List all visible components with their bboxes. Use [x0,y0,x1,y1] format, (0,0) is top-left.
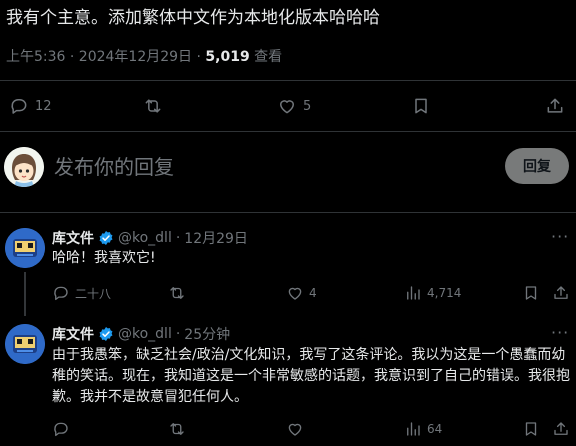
bookmark-icon [415,98,427,114]
heart-icon [288,287,302,300]
share-icon [554,286,568,299]
post-timestamp[interactable]: 上午5:36 · 2024年12月29日 · [6,49,205,65]
views-action[interactable]: 64 [404,419,442,439]
reply-item[interactable]: 库文件 @ko_dll · 12月29日 ··· 哈哈！我喜欢它! 二十八 4 … [0,226,576,306]
user-avatar[interactable] [4,147,44,187]
like-count: 5 [303,98,312,114]
reply-text: 哈哈！我喜欢它! [52,250,156,266]
separator-dot: · [175,326,181,342]
verified-badge-icon [99,231,113,245]
bookmark-icon [525,422,537,436]
reply-header: 库文件 @ko_dll · 25分钟 [52,324,230,344]
reply-action[interactable]: 二十八 [52,283,111,303]
divider [0,212,576,213]
retweet-action[interactable] [168,283,186,303]
reply-text: 由于我愚笨，缺乏社会/政治/文化知识，我写了这条评论。我以为这是一个愚蠢而幼稚的… [52,347,570,405]
share-icon [547,98,563,113]
reply-count: 12 [35,98,52,114]
author-handle[interactable]: @ko_dll [118,230,172,246]
reply-button[interactable]: 回复 [505,148,569,184]
post-meta: 上午5:36 · 2024年12月29日 · 5,019 查看 [6,46,282,66]
views-chart-icon [407,286,420,300]
retweet-icon [145,99,161,113]
compose-reply: 发布你的回复 回复 [0,142,576,192]
reply-action-bar: 64 [52,419,570,439]
bookmark-action[interactable] [411,92,431,120]
more-options-icon[interactable]: ··· [551,323,569,342]
views-count: 5,019 [205,49,250,65]
views-action[interactable]: 4,714 [404,283,461,303]
reply-timestamp[interactable]: 25分钟 [184,324,230,344]
like-count: 4 [309,286,317,300]
reply-avatar[interactable] [5,228,45,268]
heart-icon [280,100,294,114]
reply-icon [54,286,68,301]
reply-avatar[interactable] [5,324,45,364]
bookmark-icon [525,286,537,300]
reply-timestamp[interactable]: 12月29日 [184,228,248,248]
share-action[interactable] [545,92,565,120]
reply-action[interactable] [52,419,75,439]
like-action[interactable]: 4 [286,283,317,303]
divider [0,80,576,81]
share-action[interactable] [552,419,570,439]
heart-icon [288,423,302,436]
like-action[interactable] [286,419,309,439]
reply-action[interactable]: 12 [9,92,52,120]
views-count: 64 [427,422,443,436]
retweet-icon [170,287,184,299]
reply-item[interactable]: 库文件 @ko_dll · 25分钟 ··· 由于我愚笨，缺乏社会/政治/文化知… [0,322,576,446]
share-action[interactable] [552,283,570,303]
author-name[interactable]: 库文件 [52,324,94,344]
views-count: 4,714 [427,286,462,300]
bookmark-action[interactable] [522,419,540,439]
author-name[interactable]: 库文件 [52,228,94,248]
reply-icon [11,99,27,114]
retweet-icon [170,423,184,435]
views-label: 查看 [249,49,283,65]
share-icon [554,422,568,435]
retweet-action[interactable] [168,419,186,439]
views-chart-icon [407,422,420,436]
more-options-icon[interactable]: ··· [551,227,569,246]
robot-icon [5,324,45,364]
post-text: 我有个主意。添加繁体中文作为本地化版本哈哈哈 [6,8,380,28]
robot-icon [5,228,45,268]
separator-dot: · [175,230,181,246]
reply-count: 二十八 [75,286,112,301]
bookmark-action[interactable] [522,283,540,303]
divider [0,131,576,132]
reply-input[interactable]: 发布你的回复 [54,151,174,180]
post-action-bar: 12 5 [0,92,576,120]
reply-header: 库文件 @ko_dll · 12月29日 [52,228,248,248]
reply-icon [54,422,68,437]
retweet-action[interactable] [143,92,169,120]
like-action[interactable]: 5 [277,92,311,120]
author-handle[interactable]: @ko_dll [118,326,172,342]
cartoon-girl-icon [4,147,44,187]
reply-action-bar: 二十八 4 4,714 [52,283,570,303]
verified-badge-icon [99,327,113,341]
